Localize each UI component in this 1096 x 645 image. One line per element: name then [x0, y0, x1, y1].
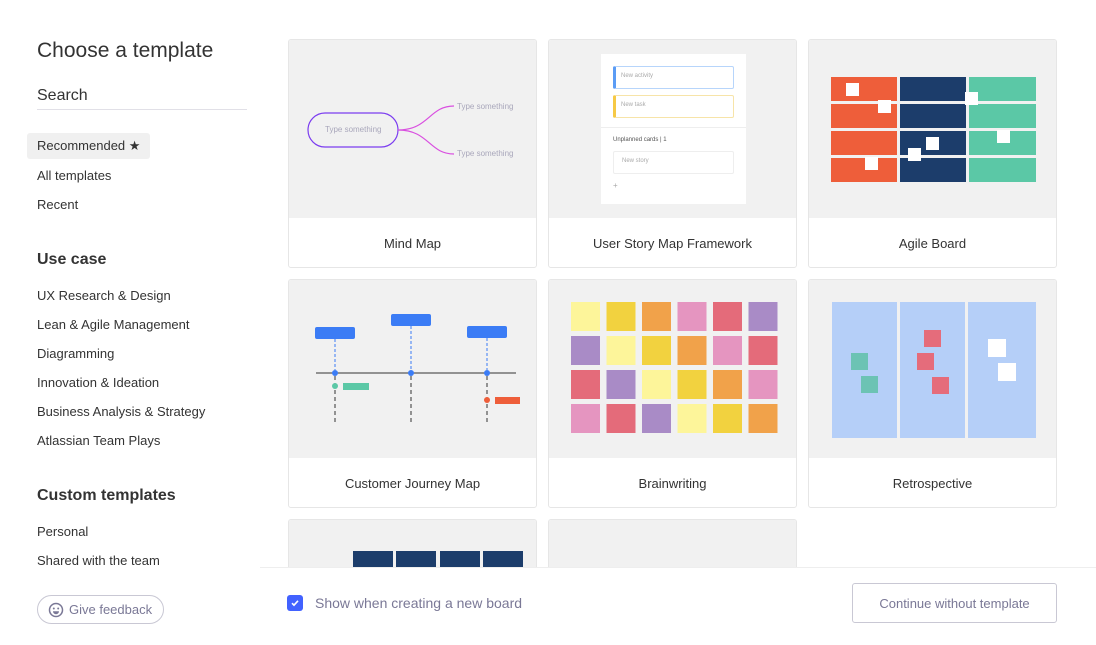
mind-map-branch-text: Type something	[457, 149, 514, 158]
sticky-note	[606, 302, 636, 331]
sticky-note	[642, 336, 671, 365]
sticky-note	[677, 336, 707, 365]
continue-without-template-button[interactable]: Continue without template	[852, 583, 1057, 623]
sticky-note	[571, 302, 600, 331]
use-case-item[interactable]: UX Research & Design	[27, 283, 181, 308]
template-thumbnail	[809, 280, 1056, 458]
sticky-notes	[571, 302, 778, 433]
custom-templates-heading: Custom templates	[37, 487, 176, 504]
template-label: Agile Board	[898, 235, 967, 251]
sticky-note	[606, 336, 636, 365]
template-thumbnail	[289, 280, 536, 458]
template-thumbnail	[289, 520, 536, 568]
template-thumbnail	[809, 40, 1056, 218]
use-case-item[interactable]: Lean & Agile Management	[27, 312, 200, 337]
use-case-heading: Use case	[37, 251, 107, 268]
sticky-note	[713, 404, 742, 433]
sticky-note	[642, 302, 671, 331]
sticky-note	[571, 370, 600, 399]
template-thumbnail: Type something Type something Type somet…	[289, 40, 536, 218]
sticky-note	[642, 370, 671, 399]
sticky-note	[748, 336, 778, 365]
show-on-create-checkbox[interactable]	[287, 595, 303, 611]
sticky-note	[748, 404, 778, 433]
sidebar: Choose a template Recommended ★ All temp…	[0, 0, 260, 645]
template-card-agile-board[interactable]: Agile Board	[808, 39, 1057, 268]
sticky-note	[571, 336, 600, 365]
nav-all-templates[interactable]: All templates	[27, 163, 121, 188]
template-label: Retrospective	[892, 475, 973, 491]
unplanned-count: 1	[663, 137, 667, 143]
activity-card: New activity	[613, 66, 734, 89]
sticky-note	[677, 370, 707, 399]
template-thumbnail	[549, 280, 796, 458]
use-case-item[interactable]: Diagramming	[27, 341, 124, 366]
sticky-note	[713, 336, 742, 365]
give-feedback-button[interactable]: Give feedback	[37, 595, 165, 624]
template-card-retrospective[interactable]: Retrospective	[808, 279, 1057, 508]
use-case-item[interactable]: Innovation & Ideation	[27, 370, 169, 395]
smiley-icon	[48, 602, 64, 617]
nav-recommended[interactable]: Recommended ★	[27, 133, 151, 159]
template-thumbnail	[549, 520, 796, 568]
sticky-note	[677, 302, 707, 331]
sticky-note	[748, 302, 778, 331]
checkmark-icon	[291, 600, 299, 607]
use-case-item[interactable]: Atlassian Team Plays	[27, 428, 170, 453]
template-label: Customer Journey Map	[344, 475, 481, 491]
story-card: New story	[613, 151, 734, 174]
sticky-note	[571, 404, 600, 433]
sticky-note	[713, 370, 742, 399]
sticky-note	[677, 404, 707, 433]
template-thumbnail: New activity New task Unplanned cards | …	[549, 40, 796, 218]
template-grid: Type something Type something Type somet…	[288, 39, 1057, 568]
page-title: Choose a template	[37, 39, 214, 62]
template-label: User Story Map Framework	[593, 235, 752, 251]
template-card-user-story-map[interactable]: New activity New task Unplanned cards | …	[548, 39, 797, 268]
sticky-note	[606, 404, 636, 433]
show-on-create-label[interactable]: Show when creating a new board	[315, 595, 522, 611]
custom-shared[interactable]: Shared with the team	[27, 548, 170, 573]
sticky-note	[606, 370, 636, 399]
custom-personal[interactable]: Personal	[27, 519, 98, 544]
sticky-note	[713, 302, 742, 331]
mind-map-center-text: Type something	[325, 125, 382, 134]
use-case-item[interactable]: Business Analysis & Strategy	[27, 399, 215, 424]
template-card-mind-map[interactable]: Type something Type something Type somet…	[288, 39, 537, 268]
add-icon: +	[613, 181, 618, 190]
template-label: Brainwriting	[638, 475, 707, 491]
mind-map-branch-text: Type something	[457, 102, 514, 111]
search-input[interactable]	[37, 82, 247, 110]
template-card[interactable]	[548, 519, 797, 568]
sticky-note	[642, 404, 671, 433]
template-card-brainwriting[interactable]: Brainwriting	[548, 279, 797, 508]
task-card: New task	[613, 95, 734, 118]
template-label: Mind Map	[383, 235, 442, 251]
sticky-note	[748, 370, 778, 399]
nav-recent[interactable]: Recent	[27, 192, 88, 217]
give-feedback-label: Give feedback	[69, 602, 153, 617]
template-card-customer-journey-map[interactable]: Customer Journey Map	[288, 279, 537, 508]
template-card[interactable]	[288, 519, 537, 568]
unplanned-label: Unplanned cards	[613, 137, 659, 143]
